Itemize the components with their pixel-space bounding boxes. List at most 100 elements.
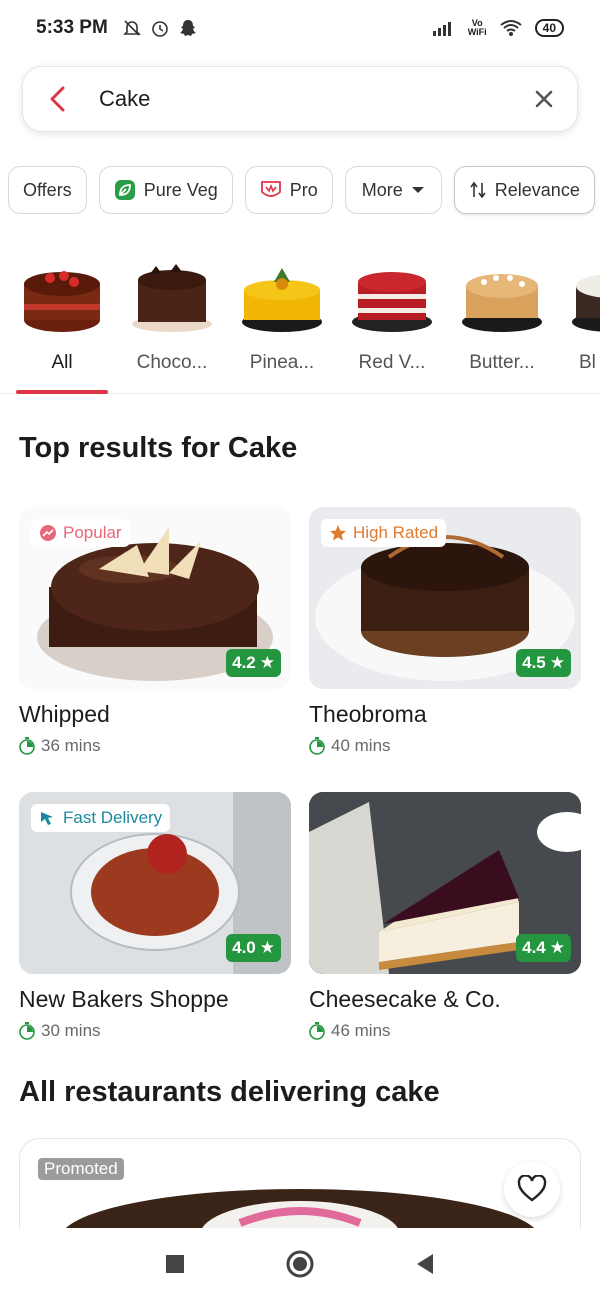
category-black-forest[interactable]: Bl [557,250,600,393]
category-label: All [51,352,73,373]
category-label: Pinea... [249,352,315,373]
restaurant-image: High Rated 4.5 ★ [309,507,581,689]
search-input[interactable] [93,86,511,112]
category-image [462,274,542,332]
category-carousel: All Choco... Pinea... Red V... Butter...… [0,250,600,394]
timer-icon [19,1022,35,1040]
sort-icon [470,181,486,199]
category-red-velvet[interactable]: Red V... [337,250,447,393]
star-outline-icon [330,525,346,541]
restaurant-image: 4.4 ★ [309,792,581,974]
filter-more[interactable]: More [344,166,442,214]
system-navigation-bar [0,1228,600,1300]
filter-chips: Offers Pure Veg Pro More Relevance [8,166,595,214]
category-label: Choco... [136,352,208,373]
restaurant-name: Theobroma [309,701,427,727]
battery-icon: 40 [534,19,564,37]
star-icon: ★ [259,653,275,672]
filter-pure-veg[interactable]: Pure Veg [98,166,233,214]
card-tag: Popular [31,519,130,547]
rating-badge: 4.4 ★ [516,934,571,962]
rating-badge: 4.0 ★ [226,934,281,962]
trending-icon [40,525,56,541]
card-tag-label: Popular [63,523,122,542]
restaurant-card[interactable]: High Rated 4.5 ★ Theobroma 40 mins [309,507,581,756]
top-results-heading: Top results for Cake [19,432,298,464]
restaurant-image: Fast Delivery 4.0 ★ [19,792,291,974]
pro-crown-icon [260,181,281,197]
close-icon [535,90,553,108]
rating-badge: 4.5 ★ [516,649,571,677]
restaurant-card[interactable]: Popular 4.2 ★ Whipped 36 mins [19,507,291,756]
timer-icon [309,1022,325,1040]
timer-icon [19,737,35,755]
vowifi-label: Vo WiFi [467,18,487,37]
filter-label: Pro [289,179,318,200]
delivery-time: 30 mins [19,1021,291,1041]
signal-icon [432,22,451,36]
all-restaurants-heading: All restaurants delivering cake [19,1076,440,1108]
promoted-badge: Promoted [38,1158,124,1180]
filter-pro[interactable]: Pro [244,166,333,214]
delivery-time: 40 mins [309,736,581,756]
star-icon: ★ [549,653,565,672]
favorite-button[interactable] [504,1161,560,1217]
category-chocolate[interactable]: Choco... [117,250,227,393]
filter-label: Offers [23,179,72,200]
star-icon: ★ [549,938,565,957]
card-tag: Fast Delivery [31,804,171,832]
status-notification-icons [122,18,198,38]
category-all[interactable]: All [7,250,117,393]
card-tag-label: High Rated [353,523,439,542]
category-image [132,264,212,332]
delivery-time: 36 mins [19,736,291,756]
category-image [352,272,432,332]
category-active-indicator [16,390,108,394]
category-label: Butter... [469,352,535,373]
rating-badge: 4.2 ★ [226,649,281,677]
delivery-time-label: 40 mins [331,736,391,755]
recent-apps-button[interactable] [165,1254,185,1274]
back-nav-button[interactable] [415,1253,435,1275]
sort-relevance[interactable]: Relevance [453,166,595,214]
rating-value: 4.5 [522,653,546,672]
filter-label: More [361,179,403,200]
card-tag: High Rated [321,519,447,547]
back-arrow-icon [50,86,65,112]
delivery-time-label: 46 mins [331,1021,391,1040]
rating-value: 4.0 [232,938,256,957]
leaf-icon [114,180,135,200]
filter-label: Relevance [494,179,580,200]
delivery-time-label: 36 mins [41,736,101,755]
heart-icon [517,1175,547,1202]
category-butterscotch[interactable]: Butter... [447,250,557,393]
restaurant-card[interactable]: 4.4 ★ Cheesecake & Co. 46 mins [309,792,581,1041]
star-icon: ★ [259,938,275,957]
back-button[interactable] [23,66,93,132]
restaurant-name: New Bakers Shoppe [19,986,229,1012]
status-system-icons: Vo WiFi 40 [432,19,564,37]
restaurant-name: Cheesecake & Co. [309,986,501,1012]
search-bar [22,66,578,132]
restaurant-name: Whipped [19,701,110,727]
rating-value: 4.4 [522,938,546,957]
restaurant-image: Popular 4.2 ★ [19,507,291,689]
bell-muted-icon [122,20,141,36]
category-label: Bl [579,352,596,373]
home-button[interactable] [285,1249,315,1279]
delivery-time: 46 mins [309,1021,581,1041]
fast-delivery-icon [41,812,53,825]
card-tag-label: Fast Delivery [63,808,163,827]
clear-search-button[interactable] [511,66,577,132]
timer-icon [309,737,325,755]
restaurant-card[interactable]: Fast Delivery 4.0 ★ New Bakers Shoppe 30… [19,792,291,1041]
filter-offers[interactable]: Offers [8,166,87,214]
status-time: 5:33 PM [36,17,108,38]
rating-value: 4.2 [232,653,256,672]
category-image [24,271,100,332]
filter-label: Pure Veg [143,179,218,200]
caret-down-icon [411,187,424,193]
category-image [572,274,600,332]
wifi-icon [500,20,522,36]
category-pineapple[interactable]: Pinea... [227,250,337,393]
